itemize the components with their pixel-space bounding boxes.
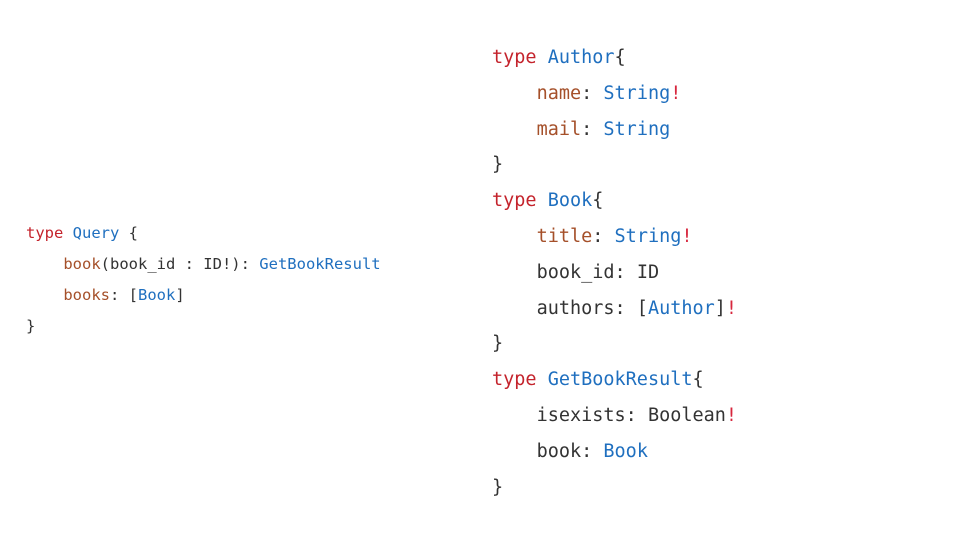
schema-types-code-block: type Author{ name: String! mail: String}… bbox=[492, 40, 737, 505]
code-token-keyword: type bbox=[492, 369, 537, 391]
code-token-type: Book bbox=[603, 440, 648, 462]
code-token-punct: : bbox=[592, 225, 615, 247]
types-code-line: authors: [Author]! bbox=[492, 291, 738, 327]
code-token-punct: { bbox=[592, 190, 604, 212]
code-token-punct: } bbox=[492, 154, 504, 176]
code-token-punct: } bbox=[492, 333, 504, 355]
code-token-punct bbox=[492, 298, 537, 319]
code-token-punct bbox=[537, 369, 548, 390]
code-token-punct: ] bbox=[175, 286, 185, 304]
code-token-punct: } bbox=[492, 476, 504, 498]
code-token-keyword: type bbox=[492, 190, 537, 212]
code-token-type: Book bbox=[547, 190, 593, 212]
code-token-type: String bbox=[614, 225, 682, 247]
query-code-line: books: [Book] bbox=[26, 280, 381, 311]
types-code-line: mail: String bbox=[492, 112, 737, 148]
code-token-punct: Boolean bbox=[647, 404, 726, 426]
types-code-line: } bbox=[492, 470, 737, 506]
code-token-punct bbox=[492, 226, 537, 247]
code-token-type: GetBookResult bbox=[547, 369, 693, 391]
types-code-line: book: Book bbox=[492, 434, 737, 470]
code-token-type: Author bbox=[547, 47, 615, 68]
code-token-punct bbox=[26, 255, 63, 273]
code-token-punct bbox=[492, 405, 537, 426]
code-token-type: String bbox=[603, 82, 671, 104]
code-token-punct bbox=[537, 190, 548, 211]
code-token-punct: ID bbox=[636, 261, 660, 283]
code-token-punct: : bbox=[581, 82, 604, 104]
code-token-field: books bbox=[63, 286, 110, 304]
code-token-punct: : bbox=[625, 404, 648, 426]
code-token-keyword: type bbox=[26, 224, 64, 242]
code-token-bang: ! bbox=[670, 82, 682, 104]
code-token-punct: book_id bbox=[536, 261, 615, 283]
types-code-line: title: String! bbox=[492, 219, 737, 255]
code-token-punct: { bbox=[119, 224, 139, 242]
query-code-line: } bbox=[26, 311, 381, 342]
code-token-punct: : [ bbox=[614, 297, 648, 319]
code-token-type: String bbox=[603, 118, 671, 140]
code-token-punct: (book_id : ID!): bbox=[100, 255, 260, 273]
code-token-punct bbox=[537, 47, 548, 68]
code-token-punct bbox=[492, 83, 537, 104]
code-token-punct: book bbox=[536, 440, 582, 462]
code-token-bang: ! bbox=[725, 404, 738, 426]
code-token-punct: : bbox=[581, 118, 604, 140]
code-token-field: mail bbox=[536, 118, 582, 140]
code-token-punct bbox=[492, 441, 537, 462]
code-token-punct bbox=[492, 262, 537, 283]
query-type-code-block: type Query { book(book_id : ID!): GetBoo… bbox=[26, 218, 381, 342]
code-token-punct: : bbox=[581, 440, 604, 462]
code-token-punct bbox=[492, 119, 537, 140]
code-token-punct: : [ bbox=[110, 286, 138, 304]
query-code-line: book(book_id : ID!): GetBookResult bbox=[26, 249, 381, 280]
types-code-line: } bbox=[492, 326, 737, 362]
code-token-punct: ] bbox=[714, 297, 726, 319]
code-token-type: Book bbox=[138, 286, 176, 304]
types-code-line: type Author{ bbox=[492, 40, 737, 76]
types-code-line: } bbox=[492, 147, 737, 183]
code-token-bang: ! bbox=[681, 225, 693, 247]
code-token-field: title bbox=[536, 225, 593, 247]
query-code-line: type Query { bbox=[26, 218, 381, 249]
code-token-punct: : bbox=[614, 261, 637, 283]
code-token-type: Query bbox=[72, 224, 120, 242]
code-token-type: Author bbox=[647, 297, 715, 319]
code-token-field: book bbox=[63, 255, 101, 273]
code-token-punct bbox=[26, 286, 63, 304]
code-token-punct: authors bbox=[536, 297, 615, 319]
code-token-type: GetBookResult bbox=[259, 255, 381, 273]
code-token-punct: { bbox=[614, 47, 626, 68]
types-code-line: type GetBookResult{ bbox=[492, 362, 737, 398]
types-code-line: type Book{ bbox=[492, 183, 737, 219]
code-token-bang: ! bbox=[725, 297, 738, 319]
code-token-keyword: type bbox=[492, 47, 537, 68]
code-token-punct: isexists bbox=[536, 404, 626, 426]
types-code-line: name: String! bbox=[492, 76, 737, 112]
types-code-line: book_id: ID bbox=[492, 255, 737, 291]
code-token-punct: { bbox=[692, 369, 704, 391]
types-code-line: isexists: Boolean! bbox=[492, 398, 738, 434]
code-token-punct bbox=[63, 224, 72, 242]
code-token-punct: } bbox=[26, 317, 36, 335]
code-token-field: name bbox=[536, 82, 582, 104]
